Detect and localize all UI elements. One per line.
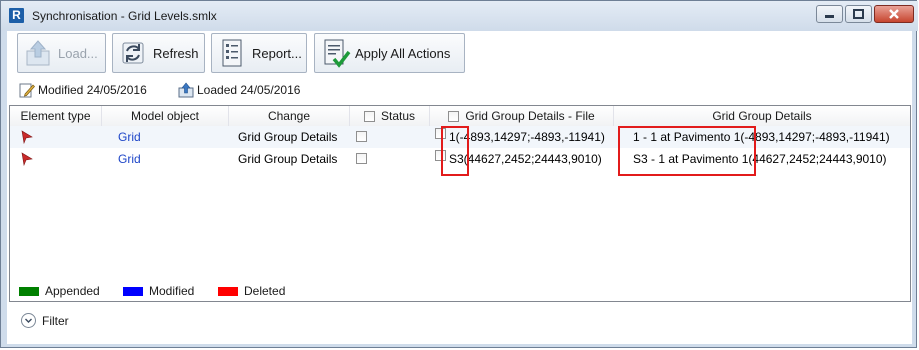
minimize-icon [825,15,834,18]
status-checkbox[interactable] [356,153,367,164]
modified-flag-icon [21,130,33,144]
modified-swatch [123,286,143,296]
modified-info: Modified 24/05/2016 [19,82,147,98]
header-details-file[interactable]: Grid Group Details - File [430,106,614,126]
status-checkbox[interactable] [356,131,367,142]
maximize-icon [853,9,864,19]
apply-all-actions-button[interactable]: Apply All Actions [314,33,465,73]
load-icon [26,40,50,66]
client-area: Load... Refresh Report... Apply All Acti… [7,31,912,344]
apply-all-actions-label: Apply All Actions [355,45,451,61]
loaded-text: Loaded 24/05/2016 [197,83,301,97]
revit-app-icon: R [9,8,24,23]
report-button[interactable]: Report... [211,33,307,73]
model-object-link[interactable]: Grid [118,126,141,148]
details-file-value: S3(44627,2452;24443,9010) [449,152,602,166]
expand-chevron-icon[interactable] [21,313,36,328]
sync-window: R Synchronisation - Grid Levels.smlx Loa… [0,0,918,348]
loaded-info: Loaded 24/05/2016 [178,82,300,98]
maximize-button[interactable] [845,5,872,23]
header-status[interactable]: Status [350,106,430,126]
title-bar[interactable]: R Synchronisation - Grid Levels.smlx [1,1,918,31]
filter-label: Filter [42,313,69,328]
refresh-label: Refresh [153,45,199,61]
filter-expander[interactable]: Filter [21,313,69,328]
header-model-object[interactable]: Model object [102,106,229,126]
load-button[interactable]: Load... [17,33,106,73]
modified-icon [19,83,35,98]
refresh-icon [122,42,144,64]
legend-modified: Modified [123,284,194,298]
details-file-select-all-checkbox[interactable] [448,111,460,122]
window-title: Synchronisation - Grid Levels.smlx [32,9,217,23]
table-header: Element type Model object Change Status … [10,106,910,127]
header-change[interactable]: Change [229,106,350,126]
close-icon [889,9,899,19]
appended-swatch [19,286,39,296]
highlight-box-file [441,126,469,176]
model-object-link[interactable]: Grid [118,148,141,170]
header-details[interactable]: Grid Group Details [614,106,910,126]
header-status-label: Status [380,109,416,123]
legend-appended: Appended [19,284,100,298]
modified-flag-icon [21,152,33,166]
highlight-box-details [618,126,756,176]
modified-text: Modified 24/05/2016 [38,83,147,97]
header-element-type[interactable]: Element type [10,106,102,126]
apply-checklist-icon [324,39,351,68]
load-label: Load... [58,45,98,61]
header-details-file-label: Grid Group Details - File [465,109,595,123]
loaded-icon [178,82,194,98]
deleted-swatch [218,286,238,296]
legend-deleted: Deleted [218,284,285,298]
status-select-all-checkbox[interactable] [363,111,375,122]
deleted-label: Deleted [244,284,286,298]
close-button[interactable] [874,5,914,23]
refresh-button[interactable]: Refresh [112,33,205,73]
minimize-button[interactable] [816,5,843,23]
report-icon [222,39,242,67]
change-text: Grid Group Details [238,130,338,144]
modified-label: Modified [149,284,195,298]
details-file-value: 1(-4893,14297;-4893,-11941) [449,130,605,144]
change-text: Grid Group Details [238,152,338,166]
appended-label: Appended [45,284,100,298]
report-label: Report... [252,45,302,61]
